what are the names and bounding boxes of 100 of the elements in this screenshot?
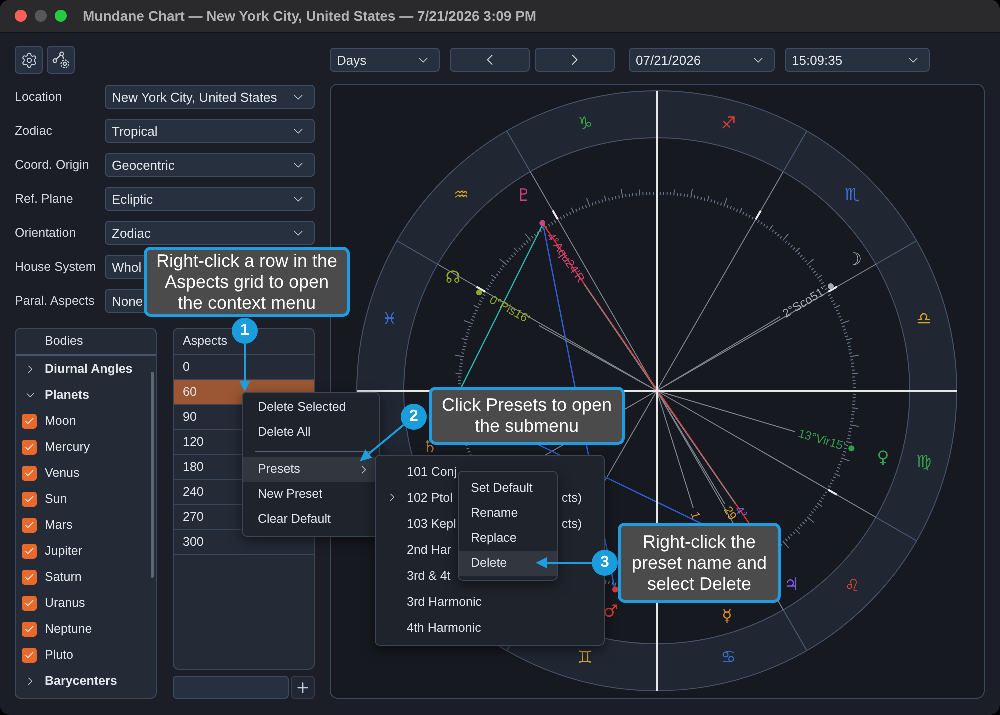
nodes-gear-icon [52, 51, 70, 69]
tree-item[interactable]: Mars [45, 516, 73, 534]
field-label: Ref. Plane [15, 192, 74, 206]
check-icon [24, 546, 35, 556]
dropdown[interactable]: Days [330, 48, 440, 72]
list-row[interactable]: 90 [174, 405, 242, 429]
list-row[interactable]: 240 [174, 480, 242, 504]
close-button[interactable] [15, 10, 27, 22]
zodiac-sign-symbol: ♏ [844, 185, 860, 206]
menu-item[interactable]: Delete All [243, 420, 379, 445]
tree-item[interactable]: Venus [45, 464, 80, 482]
menu-item[interactable]: Rename [459, 501, 557, 526]
checkbox[interactable] [22, 466, 37, 480]
tree-item[interactable]: Jupiter [45, 542, 83, 560]
list-row[interactable]: 300 [174, 530, 242, 554]
checkbox[interactable] [22, 622, 37, 636]
list-row[interactable]: 180 [174, 455, 242, 479]
menu-item[interactable]: New Preset [243, 482, 379, 507]
list-row[interactable]: 120 [174, 430, 242, 454]
zodiac-sign-symbol: ♌ [844, 576, 860, 597]
menu-item[interactable]: 102 Ptol [407, 488, 453, 508]
cusp-marker [476, 286, 486, 293]
planet-symbol: ☽ [847, 250, 862, 270]
input-field[interactable] [173, 676, 289, 699]
zodiac-sign-symbol: ♎ [916, 309, 932, 330]
planet-dot-icon [612, 586, 618, 593]
checkbox[interactable] [22, 596, 37, 610]
menu-item[interactable]: Delete Selected [243, 395, 379, 420]
tree-item[interactable]: Pluto [45, 646, 74, 664]
sign-divider-line [506, 130, 531, 172]
check-icon [24, 468, 35, 478]
planet-dot-icon [848, 446, 855, 452]
check-icon [24, 416, 35, 426]
planet-position-label: 13°Vir15' [796, 426, 848, 454]
menu-item[interactable]: Replace [459, 526, 557, 551]
instruction-tooltip: Right-click a row in the Aspects grid to open the context menu [144, 247, 350, 317]
tree-item[interactable]: Saturn [45, 568, 82, 586]
list-row[interactable]: 270 [174, 505, 242, 529]
sign-divider-line [876, 240, 918, 265]
column-header: Aspects [183, 333, 228, 350]
checkbox[interactable] [22, 518, 37, 532]
field-label: Zodiac [15, 124, 54, 138]
settings-button[interactable] [15, 46, 43, 74]
tree-item[interactable]: Planets [45, 386, 90, 404]
menu-item[interactable]: cts) [562, 514, 582, 534]
tree-item[interactable]: Neptune [45, 620, 92, 638]
menu-item[interactable]: 103 Kepl [407, 514, 456, 534]
planet-symbol: ♃ [784, 574, 800, 595]
dropdown[interactable]: Tropical [105, 119, 315, 143]
tree-item[interactable]: Uranus [45, 594, 86, 612]
tree-item[interactable]: Diurnal Angles [45, 360, 133, 378]
menu-item[interactable]: Clear Default [243, 507, 379, 532]
instruction-tooltip: Click Presets to open the submenu [429, 387, 625, 445]
menu-item[interactable]: Set Default [459, 476, 557, 501]
dropdown[interactable]: None [105, 289, 144, 313]
sign-divider-line [396, 240, 438, 265]
cusp-marker [755, 210, 762, 220]
list-row[interactable]: 0 [174, 355, 314, 379]
scrollbar[interactable] [151, 372, 154, 578]
list-row[interactable]: 60 [174, 380, 242, 404]
dropdown[interactable]: Whol [105, 255, 144, 279]
zodiac-sign-symbol: ♐ [720, 114, 736, 134]
pointer-arrow [536, 557, 593, 569]
planet-position-label: 1 [688, 510, 704, 521]
checkbox[interactable] [22, 492, 37, 506]
menu-item[interactable]: Delete [459, 551, 557, 576]
planet-dot-icon [476, 290, 482, 296]
time-picker[interactable]: 15:09:35 [785, 48, 930, 72]
menu-item[interactable]: cts) [562, 488, 582, 508]
menu-item[interactable]: 3rd Harmonic [407, 592, 482, 612]
checkbox[interactable] [22, 544, 37, 558]
step-number: 1 [232, 318, 258, 344]
menu-item[interactable]: 2nd Har [407, 540, 452, 560]
checkbox[interactable] [22, 440, 37, 454]
tree-item[interactable]: Moon [45, 412, 76, 430]
checkbox[interactable] [22, 570, 37, 584]
checkbox[interactable] [22, 648, 37, 662]
sign-divider-line [783, 610, 808, 652]
layout-settings-button[interactable] [47, 46, 75, 74]
menu-item[interactable]: 4th Harmonic [407, 618, 482, 638]
tree-item[interactable]: Mercury [45, 438, 90, 456]
zodiac-sign-symbol: ♊ [578, 648, 594, 668]
dropdown[interactable]: New York City, United States [105, 85, 315, 109]
settings-icon [20, 52, 38, 68]
dropdown[interactable]: Ecliptic [105, 187, 315, 211]
add-button[interactable] [291, 676, 315, 699]
check-icon [24, 650, 35, 660]
planet-symbol: ♂ [603, 602, 618, 622]
dropdown[interactable]: Zodiac [105, 221, 315, 245]
menu-item[interactable]: 3rd & 4t [407, 566, 451, 586]
tree-item[interactable]: Barycenters [45, 672, 118, 690]
dropdown[interactable]: Geocentric [105, 153, 315, 177]
planet-symbol: ♇ [516, 186, 532, 206]
date-picker[interactable]: 07/21/2026 [629, 48, 775, 72]
tree-item[interactable]: Sun [45, 490, 68, 508]
sign-divider-line [783, 130, 808, 172]
check-icon [24, 624, 35, 634]
zoom-button[interactable] [55, 10, 67, 22]
menu-item[interactable]: 101 Conj [407, 462, 458, 482]
checkbox[interactable] [22, 414, 37, 428]
